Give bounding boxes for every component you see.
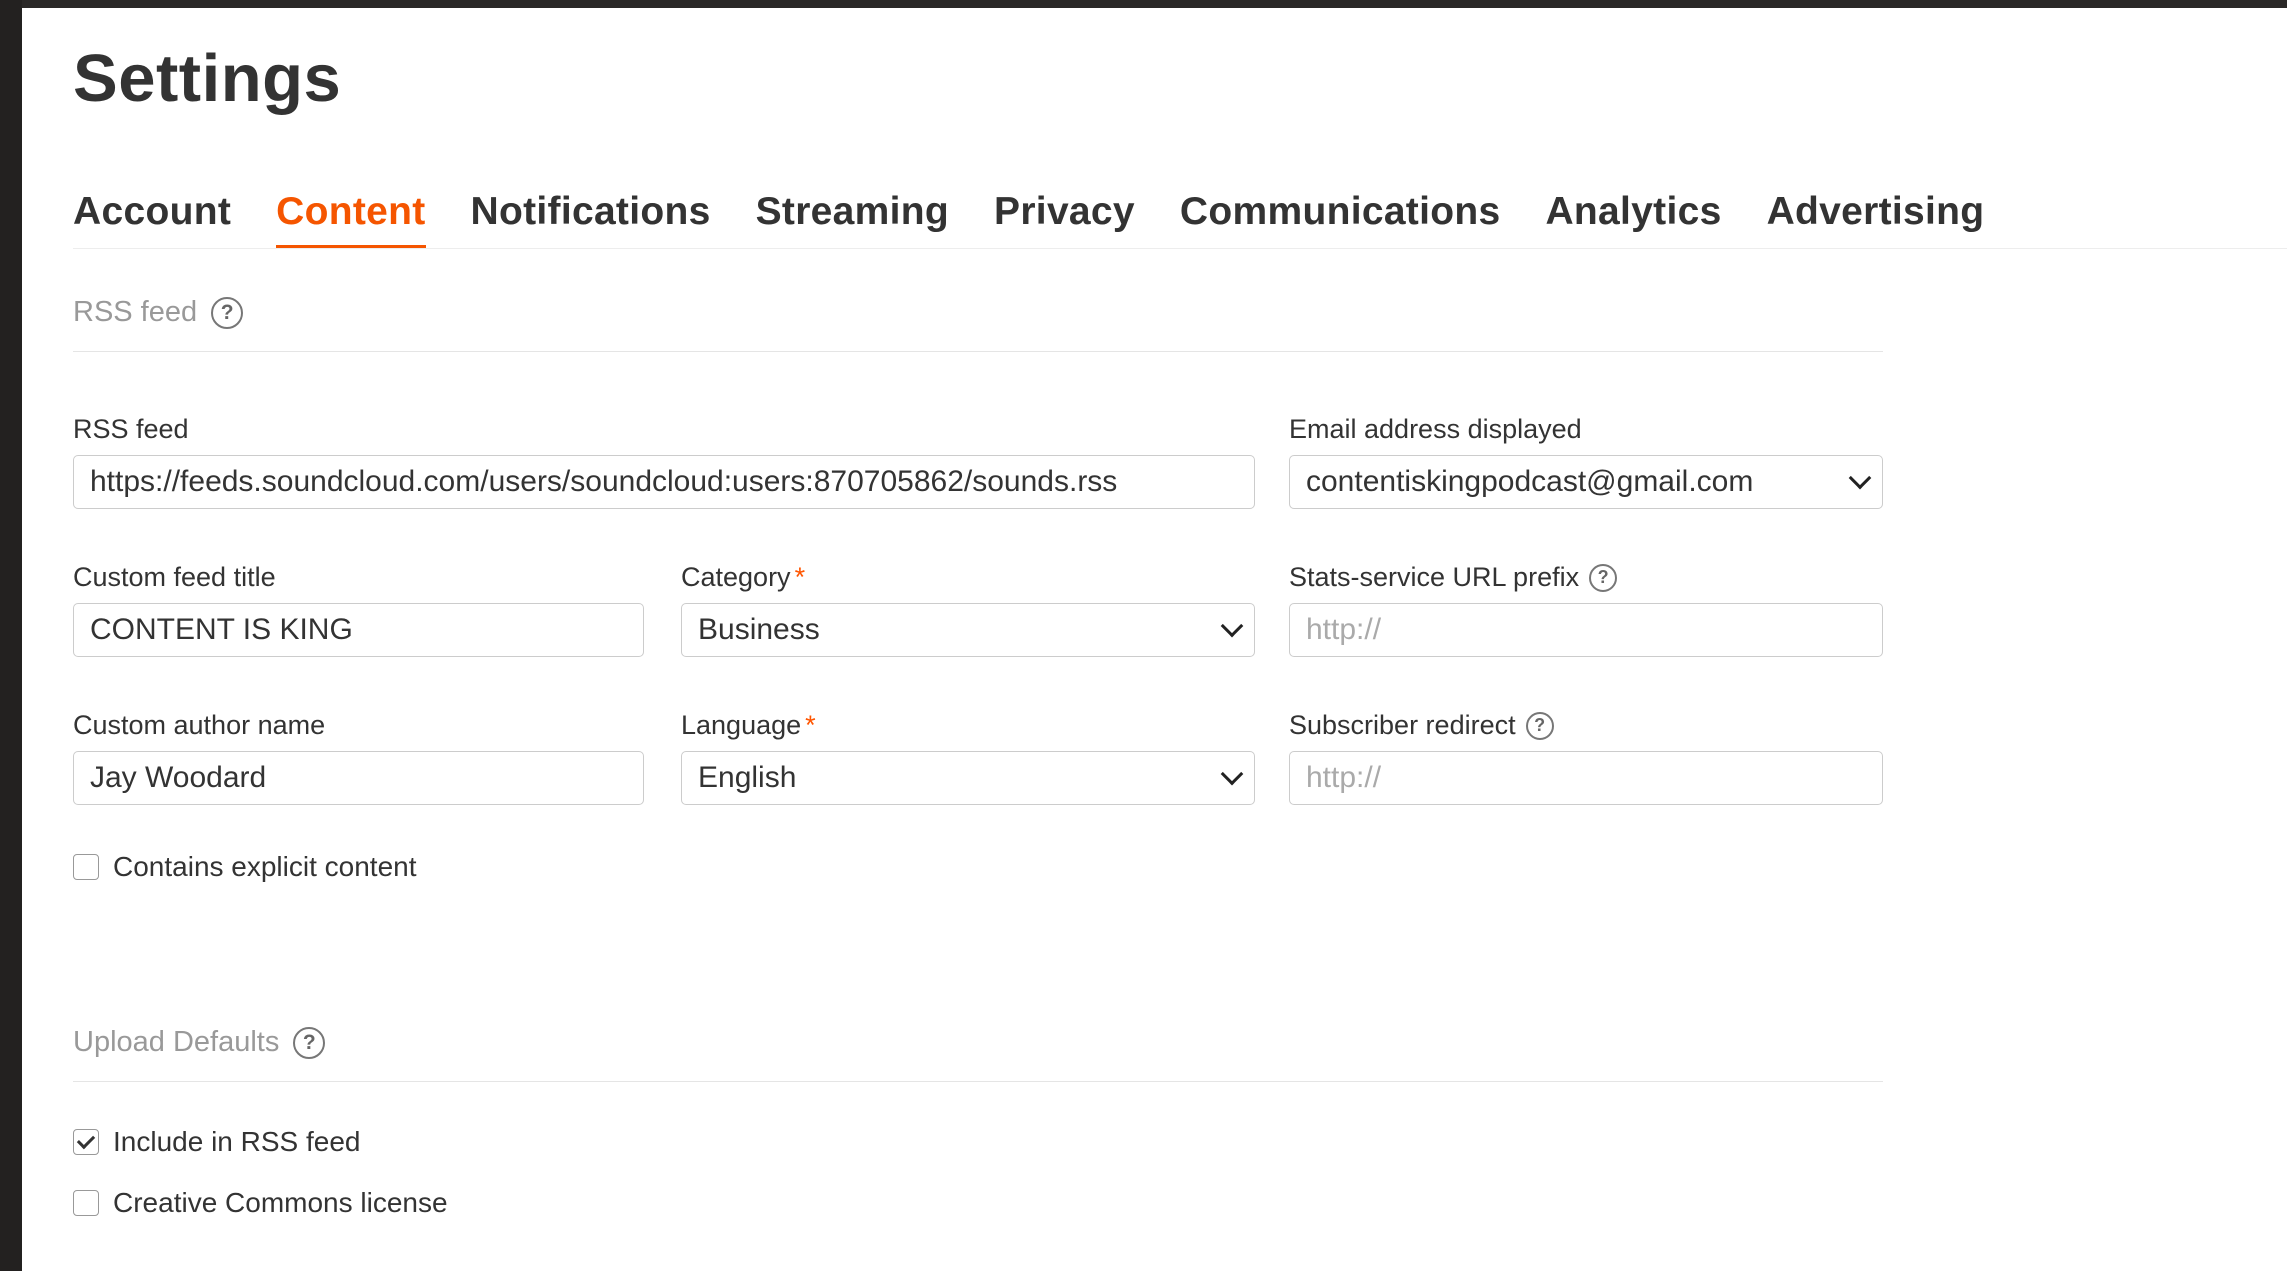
stats-prefix-placeholder: http:// [1306, 613, 1382, 646]
creative-commons-option[interactable]: Creative Commons license [73, 1187, 448, 1219]
email-value: contentiskingpodcast@gmail.com [1306, 465, 1754, 498]
upload-section-divider [73, 1081, 1883, 1082]
category-value: Business [698, 613, 820, 646]
tab-notifications[interactable]: Notifications [471, 190, 711, 248]
tab-communications[interactable]: Communications [1180, 190, 1501, 248]
explicit-content-label: Contains explicit content [113, 851, 417, 882]
category-select[interactable]: Business [681, 603, 1255, 657]
required-marker: * [805, 710, 816, 740]
stats-prefix-label-text: Stats-service URL prefix [1289, 562, 1580, 592]
settings-page: Settings Account Content Notifications S… [22, 8, 2287, 1271]
custom-title-input[interactable]: CONTENT IS KING [73, 603, 644, 657]
rss-feed-label: RSS feed [73, 414, 189, 444]
chevron-down-icon [1848, 466, 1872, 490]
chevron-down-icon [1220, 762, 1244, 786]
creative-commons-label: Creative Commons license [113, 1187, 448, 1218]
category-label-text: Category [681, 562, 791, 592]
chevron-down-icon [1220, 614, 1244, 638]
include-rss-checkbox[interactable] [73, 1129, 99, 1155]
custom-title-value: CONTENT IS KING [90, 613, 353, 646]
stats-prefix-input[interactable]: http:// [1289, 603, 1883, 657]
custom-title-label: Custom feed title [73, 562, 276, 592]
question-circle-icon[interactable]: ? [211, 296, 244, 329]
question-circle-icon[interactable]: ? [293, 1026, 326, 1059]
question-circle-icon[interactable]: ? [1589, 563, 1618, 592]
rss-section-divider [73, 351, 1883, 352]
language-label: Language * [681, 710, 816, 741]
language-label-text: Language [681, 710, 802, 740]
window-frame-left [0, 0, 22, 1271]
language-select[interactable]: English [681, 751, 1255, 805]
author-input[interactable]: Jay Woodard [73, 751, 644, 805]
tab-advertising[interactable]: Advertising [1767, 190, 1985, 248]
tab-analytics[interactable]: Analytics [1545, 190, 1721, 248]
tab-content[interactable]: Content [276, 190, 426, 248]
subscriber-redirect-placeholder: http:// [1306, 761, 1382, 794]
subscriber-redirect-label: Subscriber redirect ? [1289, 710, 1554, 741]
upload-section-title: Upload Defaults [73, 1026, 280, 1058]
include-rss-label: Include in RSS feed [113, 1126, 361, 1157]
tabs-divider [73, 248, 2287, 249]
rss-feed-value: https://feeds.soundcloud.com/users/sound… [90, 465, 1118, 498]
subscriber-redirect-label-text: Subscriber redirect [1289, 710, 1516, 740]
author-label: Custom author name [73, 710, 326, 740]
author-value: Jay Woodard [90, 761, 267, 794]
rss-section-title: RSS feed [73, 296, 198, 328]
page-title: Settings [73, 41, 342, 116]
rss-feed-input[interactable]: https://feeds.soundcloud.com/users/sound… [73, 455, 1255, 509]
settings-tabs: Account Content Notifications Streaming … [73, 184, 2029, 248]
upload-section-heading: Upload Defaults ? [73, 1026, 326, 1059]
email-label: Email address displayed [1289, 414, 1582, 444]
explicit-content-checkbox[interactable] [73, 854, 99, 880]
tab-privacy[interactable]: Privacy [994, 190, 1135, 248]
explicit-content-option[interactable]: Contains explicit content [73, 851, 417, 883]
tab-account[interactable]: Account [73, 190, 231, 248]
email-select[interactable]: contentiskingpodcast@gmail.com [1289, 455, 1883, 509]
required-marker: * [794, 562, 806, 592]
language-value: English [698, 761, 797, 794]
category-label: Category * [681, 562, 805, 593]
window-frame-top [0, 0, 2287, 8]
include-rss-option[interactable]: Include in RSS feed [73, 1126, 361, 1158]
rss-section-heading: RSS feed ? [73, 296, 244, 329]
stats-prefix-label: Stats-service URL prefix ? [1289, 562, 1618, 593]
creative-commons-checkbox[interactable] [73, 1190, 99, 1216]
subscriber-redirect-input[interactable]: http:// [1289, 751, 1883, 805]
question-circle-icon[interactable]: ? [1525, 711, 1554, 740]
tab-streaming[interactable]: Streaming [756, 190, 949, 248]
